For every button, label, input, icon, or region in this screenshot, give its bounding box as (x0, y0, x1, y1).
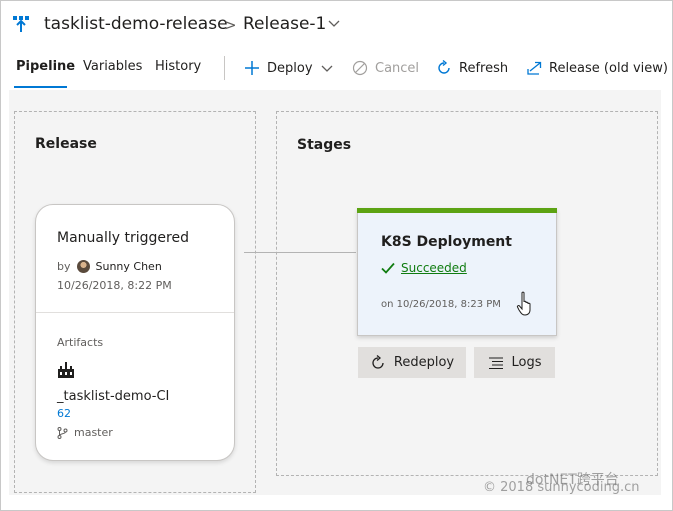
triggered-by: by Sunny Chen (57, 260, 162, 273)
old-view-label: Release (old view) (549, 60, 668, 76)
pipeline-connector (244, 252, 356, 253)
logs-label: Logs (511, 355, 542, 370)
stage-status-link[interactable]: Succeeded (381, 261, 467, 275)
tab-variables[interactable]: Variables (83, 59, 142, 74)
tab-history[interactable]: History (155, 59, 201, 74)
release-card[interactable]: Manually triggered by Sunny Chen 10/26/2… (35, 204, 235, 461)
chevron-down-icon (321, 65, 332, 72)
stage-status-label: Succeeded (401, 261, 467, 275)
user-name: Sunny Chen (95, 260, 162, 273)
logs-icon (488, 356, 503, 369)
deploy-label: Deploy (267, 60, 313, 76)
tab-pipeline[interactable]: Pipeline (16, 59, 75, 74)
refresh-label: Refresh (459, 60, 509, 76)
plus-icon (245, 61, 259, 75)
release-zone-title: Release (35, 136, 97, 152)
deploy-button[interactable]: Deploy (244, 56, 333, 80)
refresh-button[interactable]: Refresh (436, 56, 508, 80)
artifact-name[interactable]: _tasklist-demo-CI (57, 389, 169, 404)
release-pipeline-icon (13, 16, 29, 32)
old-view-button[interactable]: Release (old view) (526, 56, 668, 80)
stage-date: on 10/26/2018, 8:23 PM (381, 299, 501, 310)
checkmark-icon (381, 262, 395, 274)
release-date: 10/26/2018, 8:22 PM (57, 279, 172, 292)
refresh-icon (438, 60, 450, 74)
redeploy-button[interactable]: Redeploy (358, 347, 466, 378)
stage-name: K8S Deployment (381, 234, 512, 250)
watermark-copyright: © 2018 sunnycoding.cn (483, 480, 640, 495)
cancel-icon (352, 60, 368, 76)
active-tab-indicator (14, 86, 67, 88)
stage-card[interactable]: K8S Deployment Succeeded on 10/26/2018, … (357, 208, 557, 336)
artifact-branch: master (57, 426, 113, 439)
breadcrumb-release[interactable]: Release-1 (243, 14, 326, 34)
artifacts-label: Artifacts (57, 336, 104, 349)
toolbar: Pipeline Variables History Deploy Cancel… (0, 52, 673, 90)
breadcrumb-pipeline[interactable]: tasklist-demo-release (44, 14, 228, 34)
card-divider (36, 312, 234, 313)
build-number-link[interactable]: 62 (57, 407, 71, 420)
pipeline-canvas: Release Stages Manually triggered by Sun… (9, 90, 661, 495)
branch-name: master (74, 426, 113, 439)
cancel-label: Cancel (375, 60, 420, 76)
build-artifact-icon (58, 362, 74, 378)
redeploy-label: Redeploy (393, 355, 455, 370)
stages-zone-title: Stages (297, 137, 352, 153)
toolbar-divider (224, 56, 225, 80)
chevron-down-icon[interactable] (327, 16, 341, 30)
avatar (76, 260, 90, 273)
by-label: by (57, 260, 71, 273)
hand-cursor-icon (516, 291, 531, 316)
stage-status-bar (357, 208, 557, 213)
trigger-label: Manually triggered (57, 230, 189, 246)
cancel-button[interactable]: Cancel (352, 56, 419, 80)
logs-button[interactable]: Logs (474, 347, 555, 378)
breadcrumb-separator: > (224, 16, 237, 34)
open-external-icon (527, 61, 542, 75)
header: tasklist-demo-release > Release-1 (0, 0, 673, 50)
redeploy-icon (372, 354, 384, 369)
branch-icon (57, 426, 68, 439)
